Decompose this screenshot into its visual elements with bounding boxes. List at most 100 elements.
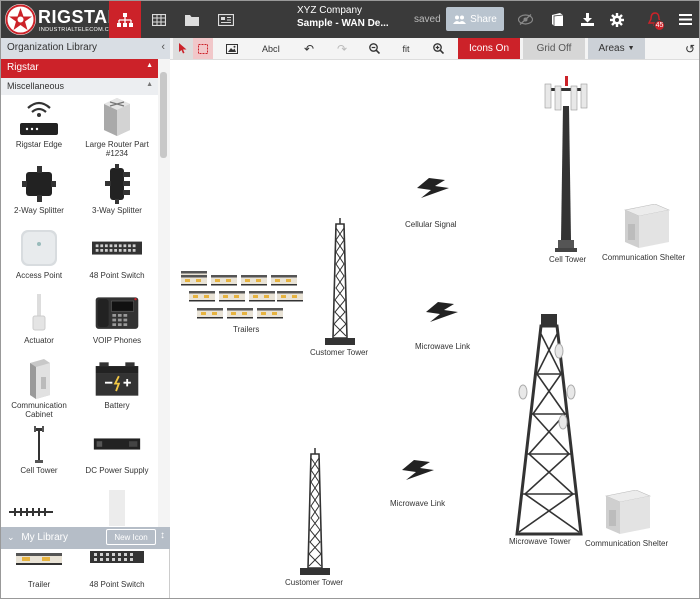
- library-item-label: 3-Way Splitter: [92, 206, 142, 215]
- undo-icon[interactable]: ↶: [300, 38, 318, 59]
- communication-shelter-2-node[interactable]: [602, 489, 652, 534]
- library-item-access-point[interactable]: Access Point: [2, 229, 76, 291]
- library-item-dc-power-supply[interactable]: DC Power Supply: [80, 424, 154, 486]
- library-item-battery[interactable]: Battery: [80, 359, 154, 421]
- microwave-link-2-label: Microwave Link: [390, 499, 446, 508]
- customer-tower-1-label: Customer Tower: [310, 348, 369, 357]
- microwave-link-1-node[interactable]: [424, 300, 460, 324]
- library-item-communication-cabinet[interactable]: Communication Cabinet: [2, 359, 76, 421]
- cabinet-icon: [14, 359, 64, 399]
- fit-button[interactable]: fit: [396, 38, 416, 59]
- cellular-signal-node[interactable]: [415, 176, 451, 200]
- library-item-label: Communication Cabinet: [11, 401, 67, 419]
- microwave-link-1-label: Microwave Link: [415, 342, 471, 351]
- resize-handle-icon[interactable]: ↕: [160, 530, 165, 541]
- library-item-label: VOIP Phones: [92, 336, 142, 345]
- library-item-label: 48 Point Switch: [89, 580, 145, 589]
- library-item-2-way-splitter[interactable]: 2-Way Splitter: [2, 164, 76, 226]
- image-icon[interactable]: [223, 38, 241, 59]
- rigstar-logo[interactable]: RIGSTAR INDUSTRIALTELECOM.COM: [5, 4, 121, 35]
- phone-icon: [92, 294, 142, 334]
- category-header[interactable]: Rigstar ▲: [1, 59, 158, 78]
- trailers-label: Trailers: [233, 325, 260, 334]
- folder-icon[interactable]: [176, 1, 208, 38]
- access-point-icon: [14, 229, 64, 269]
- customer-tower-1-node[interactable]: [325, 218, 355, 346]
- areas-label: Areas: [598, 43, 625, 54]
- library-item-rigstar-edge[interactable]: Rigstar Edge: [2, 98, 76, 160]
- icons-on-toggle[interactable]: Icons On: [458, 38, 520, 59]
- library-item-label: Battery: [104, 401, 130, 410]
- app-window: RIGSTAR INDUSTRIALTELECOM.COM XYZ Compan…: [0, 0, 700, 599]
- library-item-label: Rigstar Edge: [15, 140, 63, 149]
- new-icon-button[interactable]: New Icon: [106, 529, 156, 545]
- organization-library-title: Organization Library: [7, 42, 98, 53]
- newspaper-icon[interactable]: [210, 1, 242, 38]
- library-item-48-point-switch[interactable]: 48 Point Switch: [80, 229, 154, 291]
- library-item-actuator[interactable]: Actuator: [2, 294, 76, 356]
- library-item-label: Access Point: [15, 271, 63, 280]
- bell-icon[interactable]: [639, 1, 671, 38]
- grid-off-toggle[interactable]: Grid Off: [523, 38, 585, 59]
- zoom-out-icon[interactable]: [365, 38, 383, 59]
- document-title[interactable]: Sample - WAN De...: [297, 18, 389, 29]
- text-tool-button[interactable]: AbcI: [257, 38, 285, 59]
- my-library-item-trailer[interactable]: Trailer: [2, 549, 76, 593]
- brand-subtitle: INDUSTRIALTELECOM.COM: [39, 27, 119, 33]
- cable-icon: [109, 490, 125, 526]
- caret-up-icon: ▲: [146, 62, 153, 69]
- trailers-node[interactable]: [181, 271, 305, 323]
- select-pointer-icon[interactable]: [173, 38, 193, 59]
- reset-icon[interactable]: ↺: [681, 38, 699, 59]
- microwave-tower-node[interactable]: [509, 310, 589, 538]
- organization-library-header[interactable]: Organization Library ‹: [1, 38, 170, 59]
- book-icon[interactable]: [541, 1, 573, 38]
- microwave-tower-label: Microwave Tower: [509, 537, 571, 546]
- library-item-large-router[interactable]: Large Router Part #1234: [80, 98, 154, 160]
- library-item-voip-phones[interactable]: VOIP Phones: [80, 294, 154, 356]
- my-library-title: My Library: [21, 532, 69, 543]
- sitemap-icon[interactable]: [109, 1, 141, 38]
- cell-tower-label: Cell Tower: [549, 255, 587, 264]
- top-bar: RIGSTAR INDUSTRIALTELECOM.COM XYZ Compan…: [1, 1, 699, 38]
- trailer-icon: [14, 549, 64, 569]
- share-label: Share: [470, 13, 497, 25]
- diagram-canvas[interactable]: Trailers Customer Tower Cellular Signal …: [170, 60, 699, 598]
- collapse-sidebar-icon[interactable]: ‹: [161, 41, 165, 53]
- areas-dropdown[interactable]: Areas ▼: [588, 38, 645, 59]
- menu-icon[interactable]: [669, 1, 699, 38]
- library-item-cell-tower[interactable]: Cell Tower: [2, 424, 76, 486]
- category-label: Rigstar: [7, 62, 39, 73]
- download-icon[interactable]: [571, 1, 603, 38]
- router-icon: [14, 98, 64, 138]
- section-header[interactable]: Miscellaneous ▲: [1, 78, 158, 95]
- redo-icon[interactable]: ↷: [333, 38, 351, 59]
- save-status: saved: [414, 14, 441, 25]
- library-item-label: 48 Point Switch: [89, 271, 145, 280]
- communication-shelter-1-node[interactable]: [621, 203, 671, 248]
- actuator-icon: [14, 294, 64, 334]
- microwave-link-2-node[interactable]: [400, 458, 436, 482]
- eye-slash-icon[interactable]: [509, 1, 541, 38]
- my-library-item-48-point-switch[interactable]: 48 Point Switch: [80, 549, 154, 593]
- area-select-icon[interactable]: [193, 38, 213, 59]
- communication-shelter-1-label: Communication Shelter: [602, 253, 686, 262]
- company-name: XYZ Company: [297, 5, 363, 16]
- customer-tower-2-node[interactable]: [300, 448, 330, 576]
- share-button[interactable]: Share: [446, 7, 504, 31]
- large-router-icon: [92, 98, 142, 138]
- sidebar: Organization Library ‹ Rigstar ▲ Miscell…: [1, 38, 170, 598]
- library-item-label: Cell Tower: [20, 466, 58, 475]
- library-item-3-way-splitter[interactable]: 3-Way Splitter: [80, 164, 154, 226]
- scrollbar-thumb[interactable]: [160, 72, 167, 158]
- power-supply-icon: [92, 424, 142, 464]
- library-item-label: Trailer: [27, 580, 51, 589]
- caret-up-icon: ▲: [146, 81, 153, 88]
- gear-icon[interactable]: [601, 1, 633, 38]
- communication-shelter-2-label: Communication Shelter: [585, 539, 669, 548]
- lightning-icon: [417, 178, 449, 198]
- cell-tower-node[interactable]: [541, 76, 591, 254]
- antenna-icon: [9, 504, 53, 516]
- zoom-in-icon[interactable]: [429, 38, 447, 59]
- table-icon[interactable]: [143, 1, 175, 38]
